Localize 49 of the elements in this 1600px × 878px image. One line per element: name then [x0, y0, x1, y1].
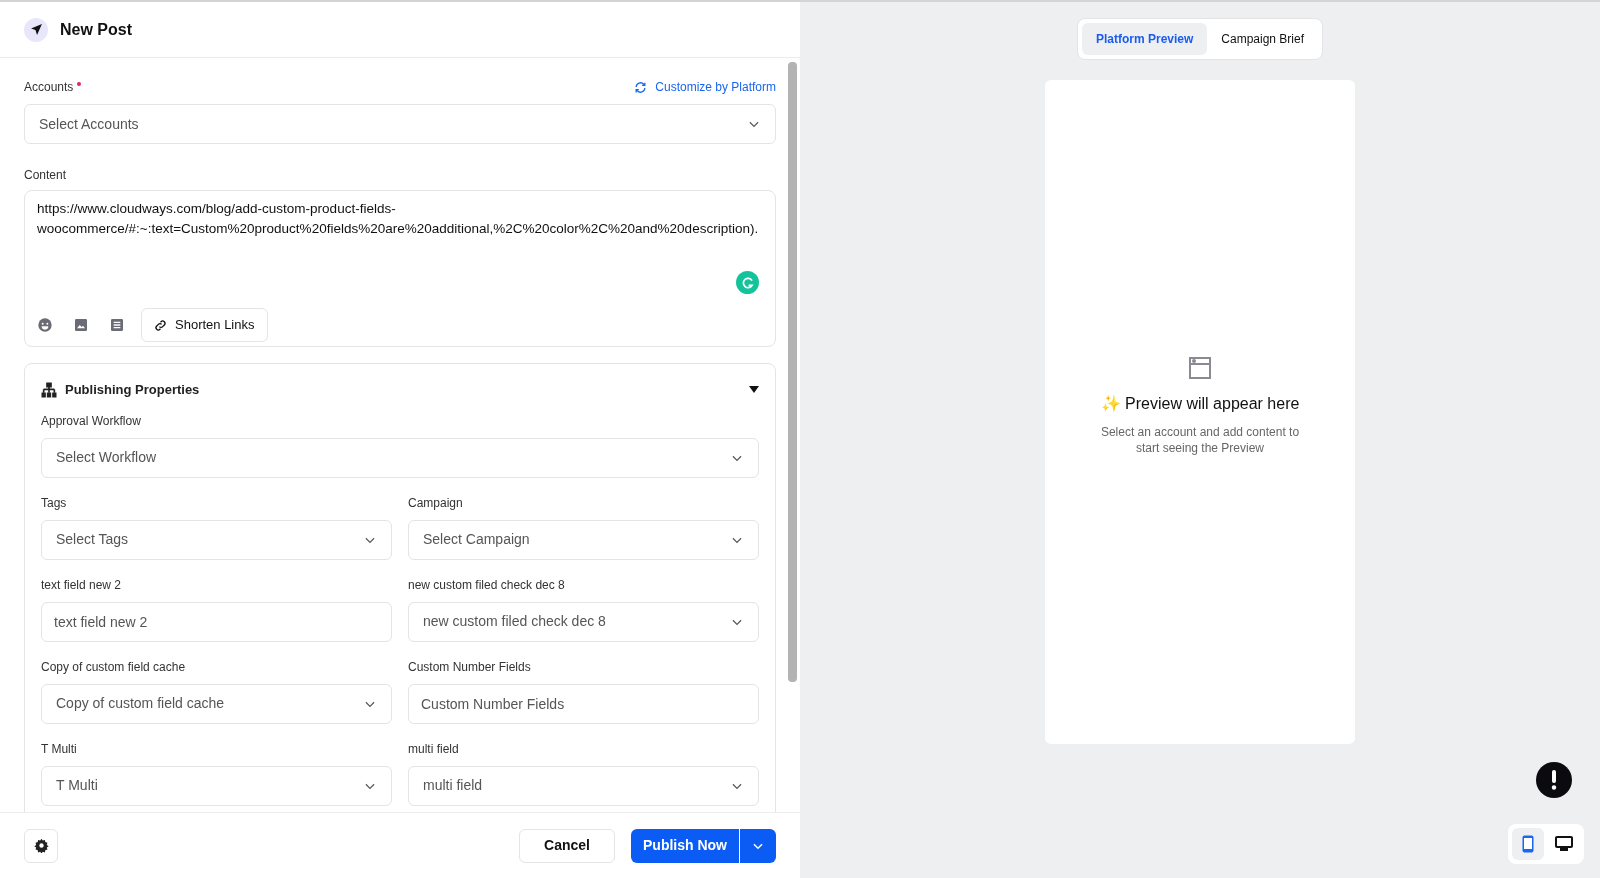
preview-tab[interactable]: Campaign Brief	[1207, 23, 1319, 55]
send-icon	[24, 17, 48, 42]
hierarchy-icon	[41, 381, 57, 398]
scrollbar[interactable]	[787, 62, 797, 682]
select-dropdown[interactable]: new custom filed check dec 8	[408, 601, 759, 642]
page-title: New Post	[60, 19, 132, 40]
emoji-icon[interactable]	[37, 317, 53, 333]
content-editor[interactable]: https://www.cloudways.com/blog/add-custom-product-fields-woocommerce/#:~:text=Custom%20product%20fields%20are%20additional,%2C%20color%2C%20and%20description). Shorten Links	[24, 190, 776, 347]
field-label: Custom Number Fields	[408, 658, 532, 676]
select-dropdown[interactable]: T Multi	[41, 765, 392, 806]
content-text: https://www.cloudways.com/blog/add-custom-product-fields-woocommerce/#:~:text=Custom%20product%20fields%20are%20additional,%2C%20color%2C%20and%20description).	[37, 200, 760, 238]
link-icon	[154, 318, 167, 332]
settings-button[interactable]	[24, 828, 58, 863]
field-label: text field new 2	[41, 576, 123, 594]
field-label: Accounts	[24, 78, 82, 96]
customize-link[interactable]: Customize by Platform	[634, 78, 776, 96]
select-dropdown[interactable]: Select Workflow	[41, 437, 759, 478]
preview-tab[interactable]: Platform Preview	[1081, 23, 1208, 55]
preview-subtitle: Select an account and add content to start seeing the Preview	[1099, 424, 1301, 456]
field-label: Content	[24, 167, 68, 184]
refresh-icon	[634, 80, 648, 94]
field-label: Tags	[41, 494, 68, 512]
field-label: T Multi	[41, 740, 78, 758]
select-dropdown[interactable]: Copy of custom field cache	[41, 683, 392, 724]
select-dropdown[interactable]: Select Accounts	[24, 104, 776, 144]
collapse-caret-icon[interactable]	[749, 385, 759, 394]
cancel-button[interactable]: Cancel	[519, 828, 615, 863]
shorten-links-button[interactable]: Shorten Links	[141, 308, 268, 342]
browser-window-icon	[1188, 356, 1212, 380]
field-label: Campaign	[408, 494, 464, 512]
select-dropdown[interactable]: multi field	[408, 765, 759, 806]
field-label: Copy of custom field cache	[41, 658, 187, 676]
select-dropdown[interactable]: Select Campaign	[408, 519, 759, 560]
publish-options-button[interactable]	[740, 828, 776, 863]
field-label: Approval Workflow	[41, 412, 142, 430]
field-label: new custom filed check dec 8	[408, 576, 566, 594]
publish-now-button[interactable]: Publish Now	[631, 828, 739, 863]
settings-icon	[33, 838, 49, 853]
monitor-icon	[1555, 836, 1573, 852]
section-title: Publishing Properties	[65, 381, 200, 399]
field-label: multi field	[408, 740, 460, 758]
phone-icon	[1522, 835, 1534, 853]
preview-title: ✨ Preview will appear here	[1100, 394, 1300, 414]
alert-icon[interactable]	[1536, 762, 1572, 798]
select-dropdown[interactable]: Select Tags	[41, 519, 392, 560]
input-field[interactable]: Custom Number Fields	[408, 683, 759, 724]
image-icon[interactable]	[73, 317, 89, 333]
document-icon[interactable]	[109, 317, 125, 333]
input-field[interactable]: text field new 2	[41, 601, 392, 642]
